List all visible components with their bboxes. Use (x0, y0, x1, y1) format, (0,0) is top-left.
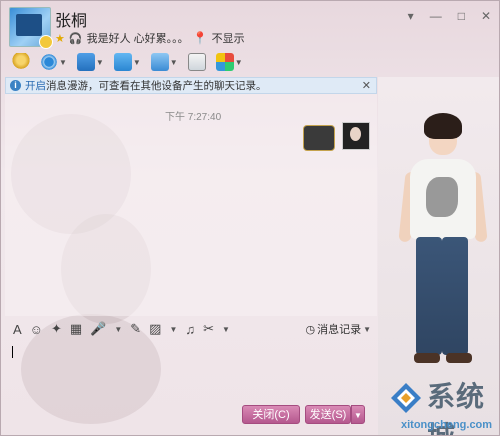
create-group-button[interactable] (185, 51, 209, 73)
star-icon: ★ (55, 32, 65, 45)
image-icon[interactable]: ▨ (149, 321, 161, 337)
screenshot-icon[interactable]: ✎ (130, 321, 141, 337)
window-controls: ▾ — □ ✕ (408, 9, 491, 23)
folder-icon (113, 53, 132, 71)
chevron-down-icon[interactable]: ▼ (170, 58, 178, 67)
chat-bubble-add-icon (187, 53, 206, 71)
send-options-button[interactable]: ▼ (351, 405, 365, 424)
message-bubble[interactable] (303, 125, 335, 151)
magic-expression-icon[interactable]: ▦ (70, 321, 82, 337)
close-button[interactable]: 关闭(C) (242, 405, 300, 424)
remote-desktop-icon (150, 53, 169, 71)
chat-toolbar: ▼ ▼ ▼ ▼ ▼ (1, 49, 381, 75)
avatar-figure-hair (424, 113, 462, 139)
minimize-icon[interactable]: — (430, 9, 442, 23)
avatar-figure-shoe (446, 353, 472, 363)
screen-share-icon (76, 53, 95, 71)
chevron-down-icon: ▼ (363, 324, 371, 334)
chat-window: 张桐 ★ 🎧 我是好人 心好累。。。 📍 不显示 ▾ — □ ✕ ▼ ▼ ▼ ▼… (0, 0, 500, 436)
webcam-icon (40, 53, 58, 71)
site-watermark: 系统城 xitongcheng.com (387, 375, 499, 435)
close-icon[interactable]: ✕ (362, 79, 371, 92)
message-history[interactable]: 下午 7:27:40 (5, 94, 377, 316)
avatar-figure-jeans (416, 237, 442, 355)
font-icon[interactable]: A (13, 322, 22, 337)
chevron-down-icon[interactable]: ▼ (222, 325, 230, 334)
video-call-button[interactable]: ▼ (37, 51, 70, 73)
roaming-info-bar: i 开启 消息漫游，可查看在其他设备产生的聊天记录。 ✕ (5, 77, 377, 94)
title-bar: 张桐 ★ 🎧 我是好人 心好累。。。 📍 不显示 ▾ — □ ✕ (1, 1, 499, 49)
text-cursor (12, 346, 13, 358)
chevron-down-icon[interactable]: ▼ (133, 58, 141, 67)
enable-roaming-link[interactable]: 开启 (25, 78, 46, 93)
microphone-icon (12, 53, 30, 71)
message-timestamp: 下午 7:27:40 (165, 112, 222, 123)
signature-text: 我是好人 心好累。。。 (86, 33, 189, 45)
close-icon[interactable]: ✕ (481, 9, 491, 23)
dropdown-menu-icon[interactable]: ▾ (408, 9, 414, 23)
chevron-down-icon[interactable]: ▼ (59, 58, 67, 67)
contact-name[interactable]: 张桐 (55, 7, 87, 31)
headset-icon: 🎧 (68, 32, 83, 45)
music-icon[interactable]: ♫ (185, 322, 195, 337)
chevron-down-icon[interactable]: ▼ (96, 58, 104, 67)
share-screen-button[interactable]: ▼ (74, 51, 107, 73)
location-pin-icon: 📍 (192, 31, 208, 45)
watermark-url: xitongcheng.com (401, 419, 493, 431)
message-input[interactable] (5, 341, 377, 403)
apps-grid-icon (215, 53, 234, 71)
status-line: ★ 🎧 我是好人 心好累。。。 📍 不显示 (55, 30, 245, 46)
avatar-figure-print (426, 177, 458, 217)
voice-call-button[interactable] (9, 51, 33, 73)
input-toolbar: A ☺ ✦ ▦ 🎤 ▼ ✎ ▨ ▼ ♫ ✂ ▼ ◷ 消息记录 ▼ (5, 318, 377, 340)
watermark-logo-icon (391, 383, 421, 413)
message-record-button[interactable]: ◷ 消息记录 ▼ (305, 321, 371, 337)
info-icon: i (10, 80, 21, 91)
roaming-info-text: 消息漫游，可查看在其他设备产生的聊天记录。 (46, 80, 267, 92)
chevron-down-icon[interactable]: ▼ (114, 325, 122, 334)
remote-assist-button[interactable]: ▼ (148, 51, 181, 73)
clock-icon: ◷ (305, 323, 316, 336)
chevron-down-icon[interactable]: ▼ (169, 325, 177, 334)
scissors-icon[interactable]: ✂ (203, 321, 214, 337)
maximize-icon[interactable]: □ (458, 9, 465, 23)
avatar-figure-shoe (414, 353, 440, 363)
apps-button[interactable]: ▼ (213, 51, 246, 73)
avatar-figure-jeans (442, 237, 468, 355)
send-button[interactable]: 发送(S) (305, 405, 351, 424)
file-transfer-button[interactable]: ▼ (111, 51, 144, 73)
emoji-icon[interactable]: ☺ (30, 322, 43, 337)
contact-avatar[interactable] (9, 7, 53, 49)
chevron-down-icon[interactable]: ▼ (235, 58, 243, 67)
location-text[interactable]: 不显示 (212, 30, 245, 46)
message-record-label: 消息记录 (317, 324, 362, 336)
sender-avatar[interactable] (342, 122, 370, 150)
voice-message-icon[interactable]: 🎤 (90, 321, 106, 337)
nudge-icon[interactable]: ✦ (51, 321, 62, 337)
